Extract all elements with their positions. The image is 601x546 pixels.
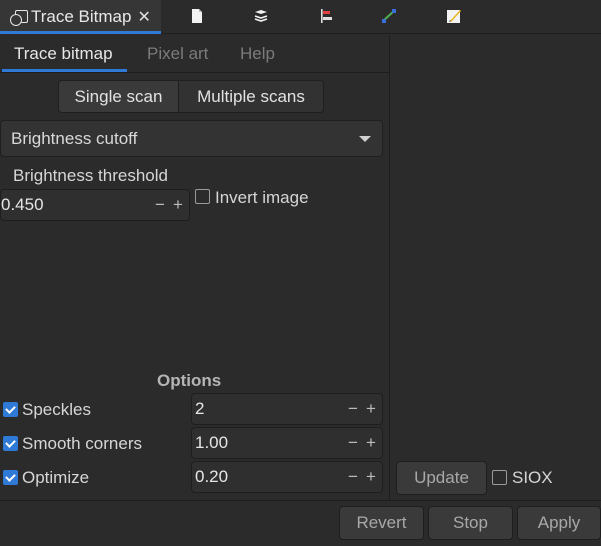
dock-tab-trace-bitmap[interactable]: Trace Bitmap ✕ <box>0 0 161 34</box>
node-editor-icon[interactable] <box>381 8 397 24</box>
tab-trace-bitmap[interactable]: Trace bitmap <box>14 44 113 64</box>
apply-button[interactable]: Apply <box>517 506 601 540</box>
tab-pixel-art[interactable]: Pixel art <box>147 44 208 64</box>
smooth-corners-spinbox[interactable]: 1.00 − + <box>191 427 383 459</box>
update-preview-button[interactable]: Update <box>396 461 487 495</box>
invert-image-label[interactable]: Invert image <box>215 188 309 208</box>
document-properties-icon[interactable] <box>189 8 205 24</box>
speckles-checkbox[interactable] <box>3 402 18 417</box>
chevron-down-icon <box>359 136 371 142</box>
align-distribute-icon[interactable] <box>318 8 334 24</box>
brightness-threshold-value[interactable]: 0.450 <box>1 195 153 215</box>
optimize-label[interactable]: Optimize <box>22 468 89 488</box>
tab-help[interactable]: Help <box>240 44 275 64</box>
single-scan-button[interactable]: Single scan <box>59 81 179 112</box>
siox-label[interactable]: SIOX <box>512 468 553 488</box>
smooth-corners-value[interactable]: 1.00 <box>192 433 346 453</box>
increment-button[interactable]: + <box>364 433 378 453</box>
siox-checkbox[interactable] <box>492 470 507 485</box>
preview-area <box>391 35 601 500</box>
increment-button[interactable]: + <box>364 399 378 419</box>
dock-tab-label: Trace Bitmap <box>31 7 132 26</box>
paint-edit-icon[interactable] <box>446 8 462 24</box>
layers-icon[interactable] <box>253 8 269 24</box>
speckles-label[interactable]: Speckles <box>22 400 91 420</box>
increment-button[interactable]: + <box>364 467 378 487</box>
increment-button[interactable]: + <box>171 195 185 215</box>
decrement-button[interactable]: − <box>153 195 167 215</box>
detection-mode-value: Brightness cutoff <box>11 128 138 148</box>
close-icon[interactable]: ✕ <box>137 7 150 27</box>
tabs-divider <box>0 72 390 73</box>
decrement-button[interactable]: − <box>346 467 360 487</box>
smooth-corners-label[interactable]: Smooth corners <box>22 434 142 454</box>
speckles-value[interactable]: 2 <box>192 399 346 419</box>
decrement-button[interactable]: − <box>346 399 360 419</box>
speckles-spinbox[interactable]: 2 − + <box>191 393 383 425</box>
options-heading: Options <box>157 371 222 390</box>
optimize-spinbox[interactable]: 0.20 − + <box>191 461 383 493</box>
brightness-threshold-spinbox[interactable]: 0.450 − + <box>0 189 190 221</box>
smooth-corners-checkbox[interactable] <box>3 436 18 451</box>
brightness-threshold-label: Brightness threshold <box>13 166 168 185</box>
optimize-value[interactable]: 0.20 <box>192 467 346 487</box>
detection-mode-dropdown[interactable]: Brightness cutoff <box>0 120 383 157</box>
optimize-checkbox[interactable] <box>3 470 18 485</box>
revert-button[interactable]: Revert <box>339 506 424 540</box>
decrement-button[interactable]: − <box>346 433 360 453</box>
invert-image-checkbox[interactable] <box>195 189 210 204</box>
multiple-scans-button[interactable]: Multiple scans <box>179 81 323 112</box>
trace-bitmap-icon <box>10 9 28 26</box>
stop-button[interactable]: Stop <box>428 506 513 540</box>
scan-mode-switch: Single scan Multiple scans <box>58 80 324 113</box>
